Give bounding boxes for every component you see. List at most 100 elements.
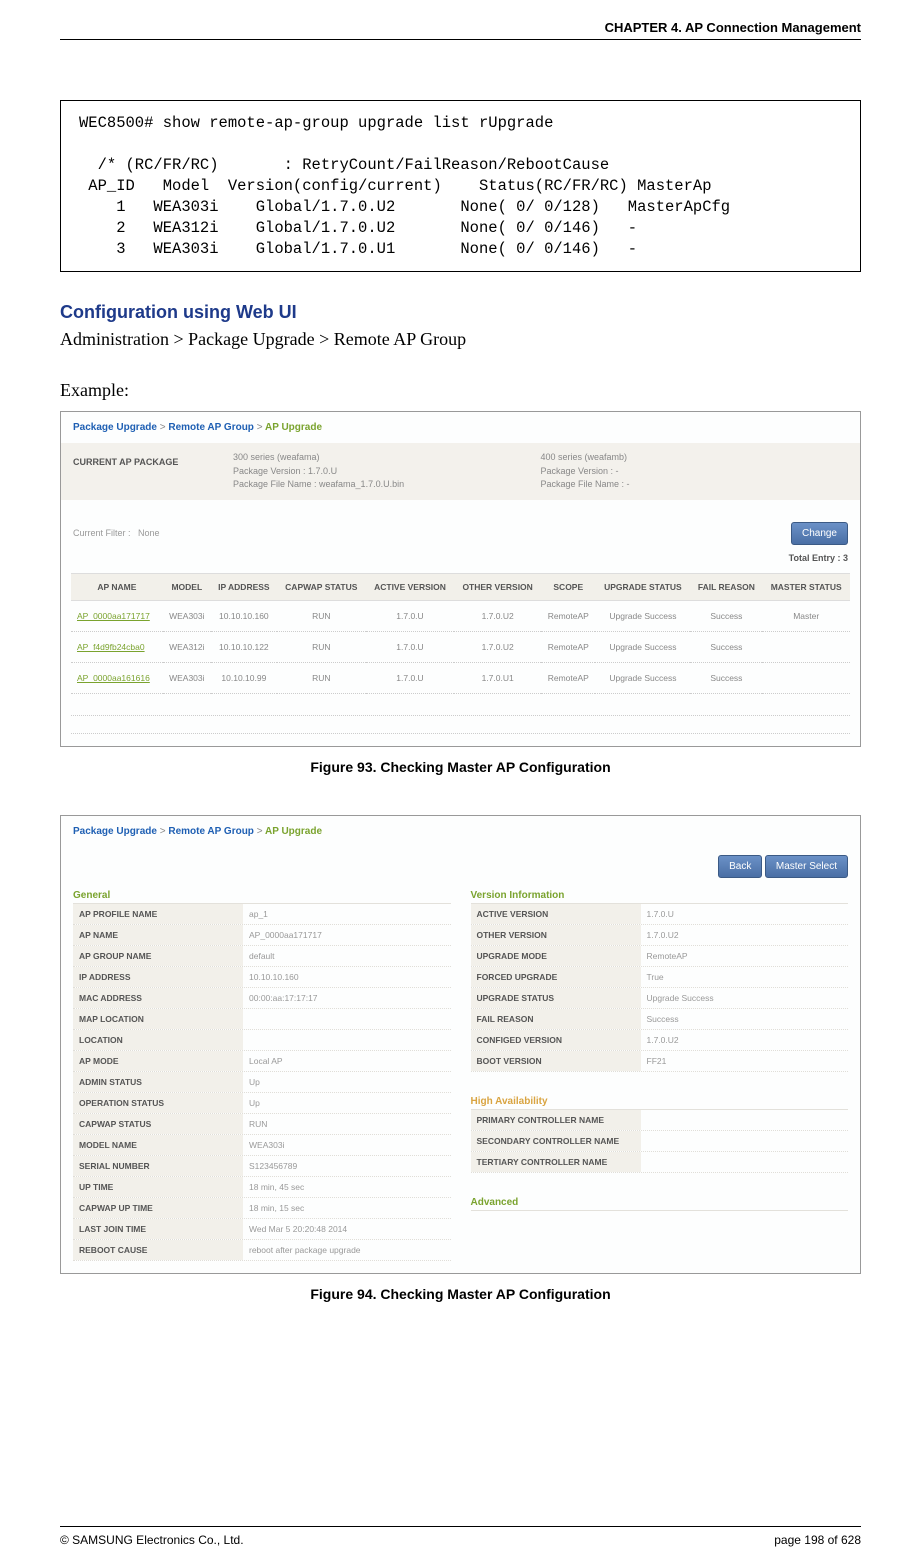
breadcrumb-arrow-icon: > [160,826,166,837]
cell-fail-reason: Success [690,631,762,662]
kv-key: CAPWAP STATUS [73,1114,243,1134]
cell-model: WEA312i [163,631,211,662]
kv-value: FF21 [641,1051,849,1071]
cell-scope: RemoteAP [541,600,595,631]
kv-row: SERIAL NUMBERS123456789 [73,1156,451,1177]
example-label: Example: [60,380,861,401]
kv-key: MAP LOCATION [73,1009,243,1029]
kv-key: IP ADDRESS [73,967,243,987]
cell-model: WEA303i [163,662,211,693]
cell-other: 1.7.0.U2 [454,600,541,631]
kv-value: 1.7.0.U [641,904,849,924]
cell-active: 1.7.0.U [366,631,454,662]
cell-master-status [762,662,850,693]
screenshot-ap-detail: Package Upgrade > Remote AP Group > AP U… [60,815,861,1274]
column-header: AP NAME [71,573,163,600]
kv-key: SERIAL NUMBER [73,1156,243,1176]
kv-key: BOOT VERSION [471,1051,641,1071]
breadcrumb-item[interactable]: Remote AP Group [168,826,254,837]
kv-key: AP GROUP NAME [73,946,243,966]
kv-value: Upgrade Success [641,988,849,1008]
kv-row: MODEL NAMEWEA303i [73,1135,451,1156]
cell-other: 1.7.0.U2 [454,631,541,662]
cell-master-status [762,631,850,662]
breadcrumb-item[interactable]: Remote AP Group [168,422,254,433]
kv-key: FORCED UPGRADE [471,967,641,987]
kv-row: LOCATION [73,1030,451,1051]
kv-value [243,1009,451,1029]
current-package-label: CURRENT AP PACKAGE [73,451,233,492]
kv-value [641,1131,849,1151]
breadcrumb-item[interactable]: Package Upgrade [73,422,157,433]
breadcrumb-arrow-icon: > [257,826,263,837]
breadcrumb: Package Upgrade > Remote AP Group > AP U… [61,816,860,847]
master-select-button[interactable]: Master Select [765,855,848,878]
kv-key: TERTIARY CONTROLLER NAME [471,1152,641,1172]
total-entry-label: Total Entry : 3 [61,547,860,569]
screenshot-ap-upgrade-list: Package Upgrade > Remote AP Group > AP U… [60,411,861,747]
back-button[interactable]: Back [718,855,762,878]
cell-upgrade-status: Upgrade Success [595,600,690,631]
kv-key: AP NAME [73,925,243,945]
series-file: Package File Name : - [541,478,849,492]
ha-section-title: High Availability [471,1090,849,1110]
cell-fail-reason: Success [690,600,762,631]
empty-row [71,698,850,716]
kv-key: LAST JOIN TIME [73,1219,243,1239]
kv-row: UP TIME18 min, 45 sec [73,1177,451,1198]
change-button[interactable]: Change [791,522,848,545]
empty-row [71,716,850,734]
kv-key: CONFIGED VERSION [471,1030,641,1050]
kv-row: AP PROFILE NAMEap_1 [73,904,451,925]
column-header: UPGRADE STATUS [595,573,690,600]
column-header: IP ADDRESS [211,573,277,600]
kv-value [641,1152,849,1172]
kv-row: UPGRADE STATUSUpgrade Success [471,988,849,1009]
current-package-panel: CURRENT AP PACKAGE 300 series (weafama) … [61,443,860,500]
kv-row: ADMIN STATUSUp [73,1072,451,1093]
kv-row: MAC ADDRESS00:00:aa:17:17:17 [73,988,451,1009]
kv-row: CONFIGED VERSION1.7.0.U2 [471,1030,849,1051]
cell-capwap: RUN [277,662,366,693]
detail-button-bar: Back Master Select [61,847,860,884]
kv-row: OPERATION STATUSUp [73,1093,451,1114]
kv-value: RemoteAP [641,946,849,966]
kv-value: Up [243,1072,451,1092]
breadcrumb-item[interactable]: Package Upgrade [73,826,157,837]
kv-key: UPGRADE STATUS [471,988,641,1008]
kv-value: default [243,946,451,966]
page-number: page 198 of 628 [774,1533,861,1547]
ap-name-link[interactable]: AP_0000aa171717 [71,600,163,631]
kv-value: WEA303i [243,1135,451,1155]
series-title: 400 series (weafamb) [541,451,849,465]
cell-upgrade-status: Upgrade Success [595,631,690,662]
kv-key: MODEL NAME [73,1135,243,1155]
column-header: OTHER VERSION [454,573,541,600]
cell-other: 1.7.0.U1 [454,662,541,693]
cell-active: 1.7.0.U [366,600,454,631]
kv-key: REBOOT CAUSE [73,1240,243,1260]
cell-ip: 10.10.10.122 [211,631,277,662]
figure-caption: Figure 93. Checking Master AP Configurat… [60,759,861,775]
kv-row: UPGRADE MODERemoteAP [471,946,849,967]
breadcrumb-arrow-icon: > [257,422,263,433]
kv-key: FAIL REASON [471,1009,641,1029]
kv-value: 18 min, 45 sec [243,1177,451,1197]
ap-name-link[interactable]: AP_f4d9fb24cba0 [71,631,163,662]
kv-row: OTHER VERSION1.7.0.U2 [471,925,849,946]
column-header: ACTIVE VERSION [366,573,454,600]
series-file: Package File Name : weafama_1.7.0.U.bin [233,478,541,492]
table-row: AP_f4d9fb24cba0WEA312i10.10.10.122RUN1.7… [71,631,850,662]
cell-scope: RemoteAP [541,662,595,693]
cell-fail-reason: Success [690,662,762,693]
ap-name-link[interactable]: AP_0000aa161616 [71,662,163,693]
breadcrumb-current: AP Upgrade [265,422,322,433]
kv-key: OTHER VERSION [471,925,641,945]
chapter-header: CHAPTER 4. AP Connection Management [60,20,861,40]
column-header: SCOPE [541,573,595,600]
general-column: General AP PROFILE NAMEap_1AP NAMEAP_000… [73,884,451,1261]
kv-key: OPERATION STATUS [73,1093,243,1113]
copyright-text: © SAMSUNG Electronics Co., Ltd. [60,1533,244,1547]
kv-row: CAPWAP UP TIME18 min, 15 sec [73,1198,451,1219]
kv-value: 00:00:aa:17:17:17 [243,988,451,1008]
